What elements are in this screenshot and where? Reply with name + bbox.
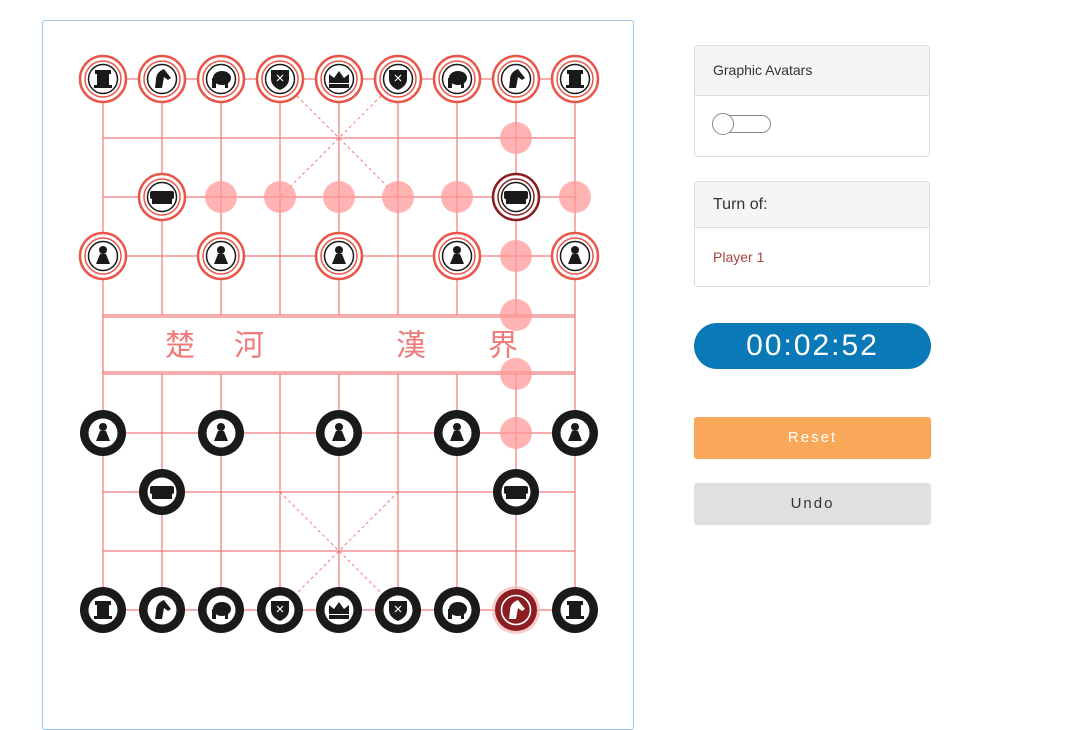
red-king-piece[interactable]	[314, 54, 364, 104]
red-pawn-piece[interactable]	[432, 231, 482, 281]
red-advisor-piece[interactable]	[255, 54, 305, 104]
move-hint-dot[interactable]	[441, 181, 473, 213]
red-cannon-piece[interactable]	[491, 172, 541, 222]
black-elephant-piece[interactable]	[198, 587, 244, 633]
black-rook-piece[interactable]	[80, 587, 126, 633]
current-player: Player 1	[713, 249, 765, 265]
black-cannon-piece[interactable]	[139, 469, 185, 515]
black-pawn-piece[interactable]	[316, 410, 362, 456]
graphic-avatars-panel: Graphic Avatars	[694, 45, 930, 157]
black-rook-piece[interactable]	[552, 587, 598, 633]
move-hint-dot[interactable]	[264, 181, 296, 213]
graphic-avatars-toggle[interactable]	[712, 113, 771, 135]
river-char: 漢	[396, 329, 426, 364]
red-pawn-piece[interactable]	[314, 231, 364, 281]
red-pawn-piece[interactable]	[550, 231, 600, 281]
toggle-knob	[712, 113, 734, 135]
river-char: 河	[234, 329, 264, 364]
undo-button[interactable]: Undo	[694, 483, 931, 525]
red-elephant-piece[interactable]	[432, 54, 482, 104]
red-advisor-piece[interactable]	[373, 54, 423, 104]
reset-button[interactable]: Reset	[694, 417, 931, 459]
move-hint-dot[interactable]	[500, 417, 532, 449]
red-rook-piece[interactable]	[550, 54, 600, 104]
black-knight-piece[interactable]	[139, 587, 185, 633]
move-hint-dot[interactable]	[500, 299, 532, 331]
red-elephant-piece[interactable]	[196, 54, 246, 104]
move-hint-dot[interactable]	[500, 240, 532, 272]
move-hint-dot[interactable]	[323, 181, 355, 213]
red-cannon-piece[interactable]	[137, 172, 187, 222]
black-pawn-piece[interactable]	[434, 410, 480, 456]
move-hint-dot[interactable]	[205, 181, 237, 213]
xiangqi-board[interactable]: 楚河漢界	[43, 21, 635, 723]
river-char: 楚	[165, 329, 195, 364]
game-timer: 00:02:52	[694, 323, 931, 369]
board-frame: 楚河漢界	[42, 20, 634, 730]
black-pawn-piece[interactable]	[80, 410, 126, 456]
turn-label: Turn of:	[695, 182, 929, 228]
move-hint-dot[interactable]	[382, 181, 414, 213]
red-knight-piece[interactable]	[491, 54, 541, 104]
move-hint-dot[interactable]	[500, 358, 532, 390]
black-elephant-piece[interactable]	[434, 587, 480, 633]
move-hint-dot[interactable]	[500, 122, 532, 154]
graphic-avatars-label: Graphic Avatars	[695, 46, 929, 96]
black-king-piece[interactable]	[316, 587, 362, 633]
red-pawn-piece[interactable]	[78, 231, 128, 281]
red-knight-piece[interactable]	[137, 54, 187, 104]
black-pawn-piece[interactable]	[552, 410, 598, 456]
black-knight-piece[interactable]	[492, 586, 540, 634]
red-pawn-piece[interactable]	[196, 231, 246, 281]
move-hint-dot[interactable]	[559, 181, 591, 213]
black-advisor-piece[interactable]	[375, 587, 421, 633]
black-pawn-piece[interactable]	[198, 410, 244, 456]
turn-panel: Turn of: Player 1	[694, 181, 930, 287]
black-advisor-piece[interactable]	[257, 587, 303, 633]
black-cannon-piece[interactable]	[493, 469, 539, 515]
red-rook-piece[interactable]	[78, 54, 128, 104]
